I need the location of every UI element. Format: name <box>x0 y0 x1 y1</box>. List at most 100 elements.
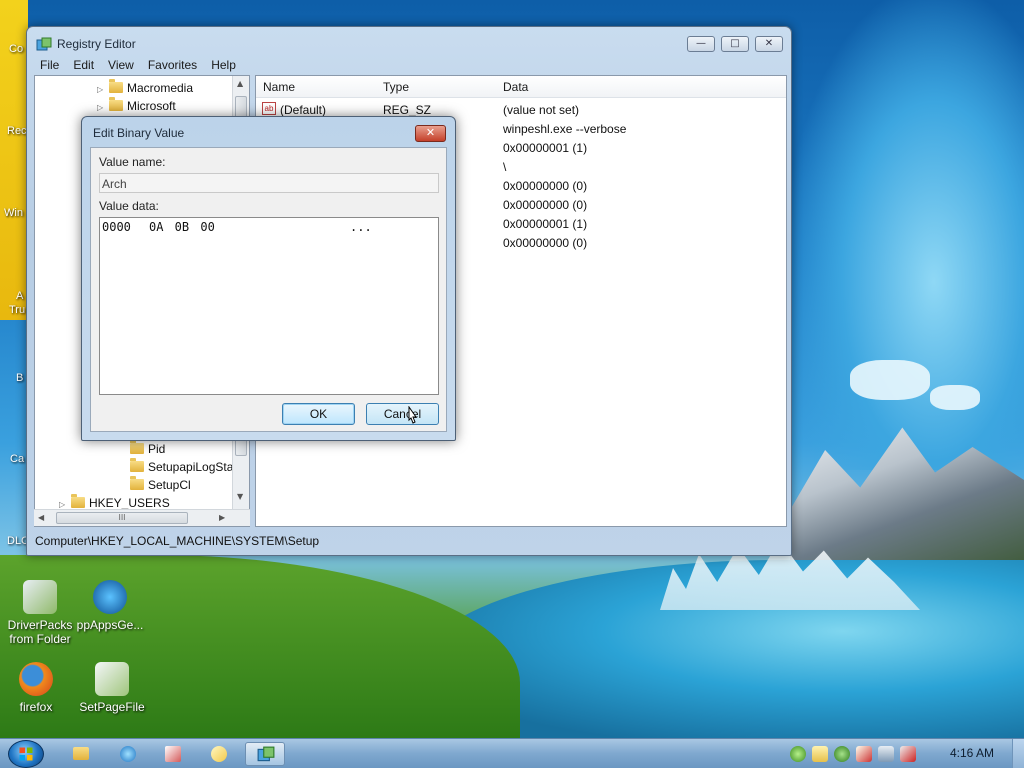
desktop-icon-label-partial[interactable]: Ca <box>10 453 24 465</box>
windows-logo-icon <box>19 747 33 761</box>
hex-ascii: ... <box>350 220 372 234</box>
value-data: 0x00000001 (1) <box>503 141 588 155</box>
maximize-button[interactable]: □ <box>721 36 749 52</box>
tree-item-label: Pid <box>148 442 166 456</box>
regedit-app-icon <box>36 37 52 51</box>
tree-item-hkey-users[interactable]: ▷ HKEY_USERS <box>59 494 170 510</box>
desktop-icon-label-partial[interactable]: Win <box>4 207 23 219</box>
column-header-type[interactable]: Type <box>383 80 409 94</box>
ok-button[interactable]: OK <box>282 403 355 425</box>
menu-view[interactable]: View <box>101 56 141 74</box>
taskbar-explorer-button[interactable] <box>61 742 101 766</box>
menu-help[interactable]: Help <box>204 56 243 74</box>
desktop-icon-label-partial[interactable]: B <box>16 372 23 384</box>
expand-arrow-icon[interactable]: ▷ <box>97 103 107 112</box>
desktop-icon-setpagefile[interactable]: SetPageFile <box>72 662 152 714</box>
show-desktop-button[interactable] <box>1012 739 1024 768</box>
folder-icon <box>71 494 85 508</box>
sky-glow <box>790 0 1024 470</box>
minimize-button[interactable]: — <box>687 36 715 52</box>
cancel-button[interactable]: Cancel <box>366 403 439 425</box>
column-header-row: Name Type Data <box>256 76 786 98</box>
desktop-icon-label: ppAppsGe... <box>76 618 144 632</box>
window-title: Registry Editor <box>57 37 136 51</box>
security-icon[interactable] <box>790 746 806 762</box>
value-name-label: Value name: <box>99 155 166 169</box>
value-type: REG_SZ <box>383 103 432 117</box>
expand-arrow-icon[interactable]: ▷ <box>97 85 107 94</box>
menu-bar: File Edit View Favorites Help <box>33 56 785 74</box>
tree-item-label: SetupapiLogSta <box>148 460 234 474</box>
tree-item-macromedia[interactable]: ▷ Macromedia <box>97 79 194 95</box>
paint-icon <box>211 746 227 762</box>
tree-item-setupcl[interactable]: SetupCl <box>130 476 191 492</box>
scroll-down-icon[interactable]: ▼ <box>237 492 243 501</box>
value-name: (Default) <box>280 103 327 117</box>
dialog-close-button[interactable]: ✕ <box>415 125 446 142</box>
folder-icon <box>109 97 123 111</box>
expand-arrow-icon[interactable]: ▷ <box>59 500 69 509</box>
column-header-data[interactable]: Data <box>503 80 528 94</box>
menu-file[interactable]: File <box>33 56 66 74</box>
desktop-icon-ppappsge[interactable]: ppAppsGe... <box>70 580 150 632</box>
tree-item-pid[interactable]: Pid <box>130 440 166 456</box>
scroll-up-icon[interactable]: ▲ <box>237 79 243 88</box>
desktop-icon-driverpacks[interactable]: DriverPacks from Folder <box>0 580 80 646</box>
close-button[interactable]: ✕ <box>755 36 783 52</box>
taskbar-paint-button[interactable] <box>199 742 239 766</box>
folder-icon <box>130 440 144 454</box>
key-path: Computer\HKEY_LOCAL_MACHINE\SYSTEM\Setup <box>35 534 320 548</box>
taskbar-regedit-button[interactable] <box>245 742 285 766</box>
desktop-icon-label-partial[interactable]: Rec <box>7 125 27 137</box>
start-button[interactable] <box>8 740 44 768</box>
scrollbar-thumb[interactable]: III <box>56 512 188 524</box>
ppappsge-icon <box>93 580 127 614</box>
mouse-cursor-icon <box>408 406 417 424</box>
column-header-name[interactable]: Name <box>263 80 295 94</box>
hex-editor[interactable]: 0000 0A 0B 00 ... <box>99 217 439 395</box>
volume-mute-icon[interactable] <box>900 746 916 762</box>
desktop-icon-label-partial[interactable]: A <box>16 290 23 302</box>
value-data: (value not set) <box>503 103 580 117</box>
tree-item-microsoft[interactable]: ▷ Microsoft <box>97 97 176 113</box>
value-data-label: Value data: <box>99 199 159 213</box>
tree-item-label: Microsoft <box>127 99 176 113</box>
tree-item-setupapilogstatus[interactable]: SetupapiLogSta <box>130 458 234 474</box>
desktop-icon-label-partial[interactable]: Tru <box>9 304 25 316</box>
tree-item-label: SetupCl <box>148 478 191 492</box>
tree-horizontal-scrollbar[interactable]: ◀ III ▶ <box>34 509 250 526</box>
taskbar-ie-button[interactable] <box>108 742 148 766</box>
value-data: winpeshl.exe --verbose <box>503 122 627 136</box>
desktop-icon-label: SetPageFile <box>79 700 145 714</box>
menu-edit[interactable]: Edit <box>66 56 101 74</box>
taskbar-clock[interactable]: 4:16 AM <box>950 746 994 760</box>
scroll-right-icon[interactable]: ▶ <box>219 513 225 522</box>
value-name-field: Arch <box>99 173 439 193</box>
menu-favorites[interactable]: Favorites <box>141 56 204 74</box>
value-data: 0x00000001 (1) <box>503 217 588 231</box>
string-value-icon: ab <box>262 102 276 115</box>
desktop-icon-firefox[interactable]: firefox <box>0 662 76 714</box>
value-data: 0x00000000 (0) <box>503 179 588 193</box>
hex-offset: 0000 <box>102 220 131 234</box>
explorer-icon <box>73 747 89 760</box>
play-icon[interactable] <box>834 746 850 762</box>
taskbar-network-button[interactable] <box>153 742 193 766</box>
folder-icon <box>130 458 144 472</box>
cloud <box>930 385 980 410</box>
desktop-icon-label-partial[interactable]: Co <box>9 43 23 55</box>
status-bar: Computer\HKEY_LOCAL_MACHINE\SYSTEM\Setup <box>33 531 785 551</box>
tree-item-label: HKEY_USERS <box>89 496 170 510</box>
hex-bytes[interactable]: 0A 0B 00 <box>149 220 215 234</box>
desktop-icon-label: from Folder <box>9 632 71 646</box>
desktop-icon-label: DriverPacks <box>7 618 73 632</box>
tree-item-label: Macromedia <box>127 81 194 95</box>
notes-icon[interactable] <box>812 746 828 762</box>
network-tray-icon[interactable] <box>878 746 894 762</box>
value-data: \ <box>503 160 507 174</box>
value-data: 0x00000000 (0) <box>503 198 588 212</box>
edit-binary-value-dialog[interactable]: Edit Binary Value ✕ Value name: Arch Val… <box>81 116 456 441</box>
network-icon <box>165 746 181 762</box>
scroll-left-icon[interactable]: ◀ <box>38 513 44 522</box>
tools-icon[interactable] <box>856 746 872 762</box>
